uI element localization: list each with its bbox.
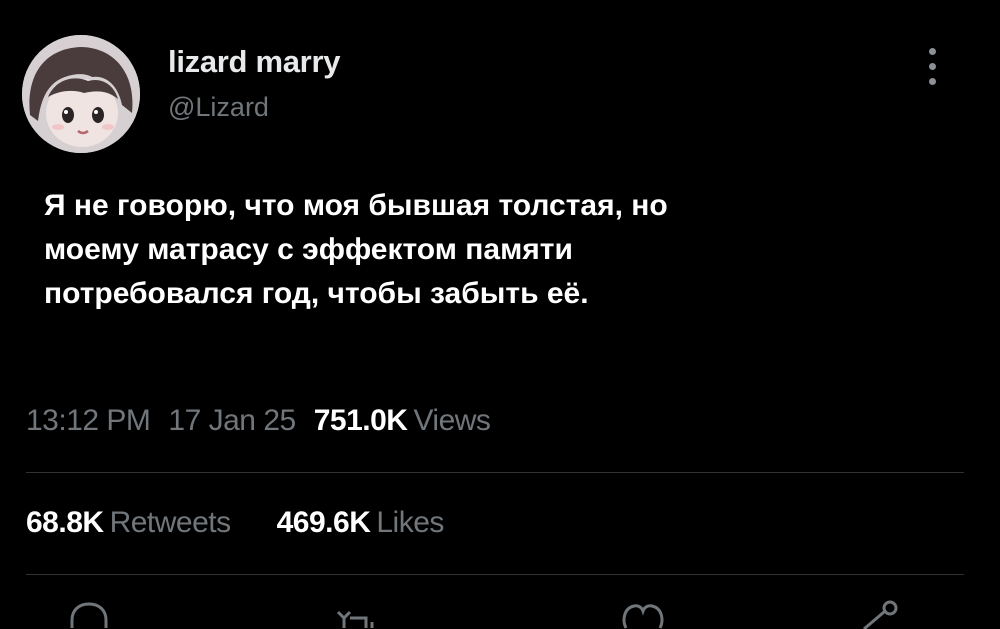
author-display-name[interactable]: lizard marry — [168, 44, 340, 80]
tweet-text: Я не говорю, что моя бывшая толстая, но … — [44, 189, 668, 310]
more-dot-icon — [929, 48, 936, 55]
retweets-count: 68.8K — [26, 506, 104, 539]
tweet-stats: 68.8K Retweets 469.6K Likes — [26, 506, 444, 540]
tweet-card: lizard marry @Lizard Я не говорю, что мо… — [0, 0, 1000, 629]
avatar[interactable] — [22, 35, 140, 153]
share-icon[interactable] — [856, 598, 902, 629]
reply-icon[interactable] — [66, 598, 112, 629]
author-handle[interactable]: @Lizard — [168, 92, 269, 123]
divider — [26, 472, 964, 473]
more-options-button[interactable] — [918, 44, 948, 88]
retweets-stat[interactable]: 68.8K Retweets — [26, 506, 231, 539]
like-icon[interactable] — [620, 598, 666, 629]
likes-label: Likes — [376, 506, 444, 539]
tweet-time[interactable]: 13:12 PM — [26, 404, 151, 437]
divider — [26, 574, 964, 575]
tweet-date[interactable]: 17 Jan 25 — [168, 404, 296, 437]
views-label[interactable]: Views — [413, 404, 490, 437]
views-count[interactable]: 751.0K — [314, 404, 408, 437]
more-dot-icon — [929, 78, 936, 85]
avatar-image — [22, 35, 140, 153]
retweets-label: Retweets — [109, 506, 232, 539]
tweet-meta: 13:12 PM 17 Jan 25 751.0K Views — [26, 404, 491, 438]
likes-count: 469.6K — [276, 506, 371, 539]
retweet-icon[interactable] — [336, 598, 382, 629]
more-dot-icon — [929, 63, 936, 70]
likes-stat[interactable]: 469.6K Likes — [276, 506, 445, 539]
